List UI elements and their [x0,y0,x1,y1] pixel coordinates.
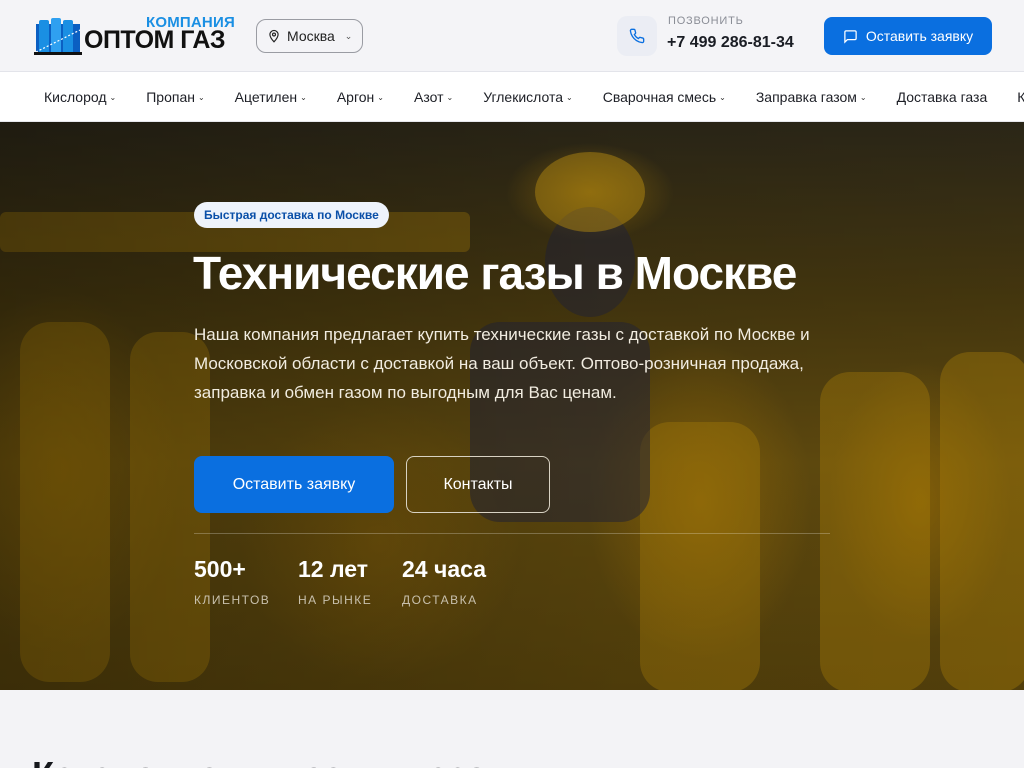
phone-link[interactable]: +7 499 286-81-34 [667,34,794,52]
hero-request-button[interactable]: Оставить заявку [194,456,394,513]
nav-item-label: Пропан [146,89,195,105]
stat-label: ДОСТАВКА [402,593,478,607]
chevron-down-icon: ⌄ [859,92,867,102]
stat-years: 12 лет НА РЫНКЕ [298,556,372,607]
stat-label: НА РЫНКЕ [298,593,373,607]
nav-item-label: Сварочная смесь [602,89,717,105]
chevron-down-icon: ⌄ [109,92,117,102]
chevron-down-icon: ⌄ [566,92,573,102]
nav-item-label: Заправка газом [755,89,857,105]
chevron-down-icon: ⌄ [719,92,726,102]
stat-label: КЛИЕНТОВ [194,593,271,607]
stat-delivery: 24 часа ДОСТАВКА [402,556,486,607]
nav-item-label: Углекислота [483,89,563,105]
stat-value: 500+ [194,556,246,582]
nav-item-label: Доставка газа [896,89,988,105]
main-nav: Кислород ⌄ Пропан ⌄ Ацетилен ⌄ Аргон ⌄ Азот ⌄ Угле… [0,72,1024,122]
request-button[interactable]: Оставить заявку [824,17,992,55]
nav-item[interactable]: Ко [1017,89,1024,105]
contacts-button[interactable]: Контакты [406,456,550,513]
city-selector[interactable]: Москва ⌄ [256,19,363,53]
hero-title: Технические газы в Москве [193,247,797,299]
nav-item-label: Ацетилен [234,89,298,105]
nav-item-label: Ко [1017,89,1024,105]
chevron-down-icon: ⌄ [446,92,454,102]
stat-clients: 500+ КЛИЕНТОВ [194,556,270,607]
nav-item[interactable]: Кислород ⌄ [44,89,116,105]
hero-section: Быстрая доставка по Москве Технические г… [0,122,1024,690]
catalog-section: Каталог технических газов [0,690,1024,768]
nav-item[interactable]: Аргон ⌄ [337,89,384,105]
map-pin-icon [269,29,279,43]
stat-value: 24 часа [402,556,486,582]
hero-description: Наша компания предлагает купить техничес… [194,325,810,402]
logo-title: ОПТОМ ГАЗ [84,26,226,54]
nav-item[interactable]: Ацетилен ⌄ [235,89,307,105]
site-header: КОМПАНИЯ ОПТОМ ГАЗ Москва ⌄ ПОЗВОНИТЬ +7… [0,0,1024,72]
chevron-down-icon: ⌄ [377,92,384,102]
request-button-label: Оставить заявку [865,28,974,44]
catalog-title: Каталог технических газов [32,754,510,768]
nav-item[interactable]: Доставка газа [897,89,988,105]
nav-item-label: Аргон [336,89,375,105]
chevron-down-icon: ⌄ [344,30,353,41]
nav-item[interactable]: Азот ⌄ [414,89,453,105]
nav-item[interactable]: Заправка газом ⌄ [756,89,867,105]
logo-icon [34,18,82,55]
chat-icon [844,29,857,44]
logo[interactable]: КОМПАНИЯ ОПТОМ ГАЗ [34,14,235,58]
nav-item-label: Кислород [44,89,107,105]
stat-value: 12 лет [298,556,369,582]
nav-item[interactable]: Сварочная смесь ⌄ [603,89,726,105]
nav-item[interactable]: Пропан ⌄ [146,89,204,105]
nav-item[interactable]: Углекислота ⌄ [483,89,573,105]
chevron-down-icon: ⌄ [197,92,205,102]
phone-icon[interactable] [617,16,657,56]
nav-list: Кислород ⌄ Пропан ⌄ Ацетилен ⌄ Аргон ⌄ Азот ⌄ Угле… [44,72,1024,121]
city-label: Москва [287,28,335,44]
chevron-down-icon: ⌄ [300,92,307,102]
delivery-badge: Быстрая доставка по Москве [194,202,389,228]
hero-divider [194,533,830,534]
nav-item-label: Азот [413,89,444,105]
call-label: ПОЗВОНИТЬ [668,15,744,27]
